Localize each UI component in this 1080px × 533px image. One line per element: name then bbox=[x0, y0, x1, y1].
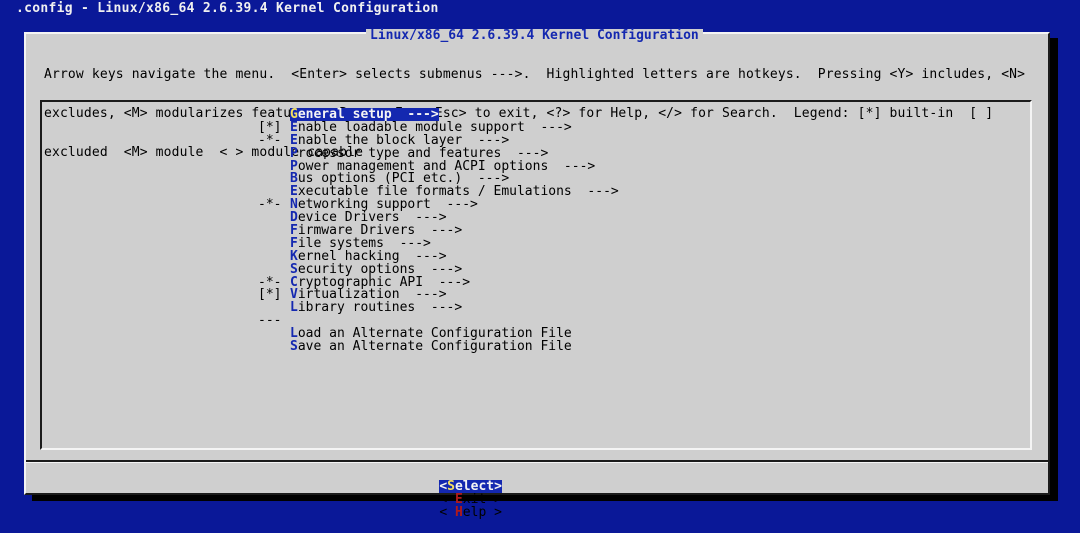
dialog-title: Linux/x86_64 2.6.39.4 Kernel Configurati… bbox=[366, 29, 703, 42]
help-button-open: < bbox=[439, 505, 455, 520]
menu-item-label: Library routines ---> bbox=[290, 301, 462, 314]
button-bar: <Select> < Exit > < Help > bbox=[408, 467, 530, 532]
help-button[interactable]: < Help > bbox=[439, 506, 502, 519]
instructions-line-1: Arrow keys navigate the menu. <Enter> se… bbox=[44, 67, 1026, 82]
menu-item-label: Save an Alternate Configuration File bbox=[290, 340, 572, 353]
footer-divider-highlight bbox=[26, 462, 1048, 463]
help-button-hotkey: H bbox=[454, 505, 463, 520]
window-title: .config - Linux/x86_64 2.6.39.4 Kernel C… bbox=[16, 1, 439, 16]
menu-item-state: [*] bbox=[258, 119, 282, 135]
kernel-config-dialog: Linux/x86_64 2.6.39.4 Kernel Configurati… bbox=[24, 29, 1050, 519]
menu-list: General setup ---> [*] Enable loadable mod… bbox=[258, 108, 619, 353]
help-button-label: elp bbox=[462, 505, 487, 520]
menu-item-state: [*] bbox=[258, 287, 282, 303]
menu-item[interactable]: Library routines ---> bbox=[258, 301, 619, 314]
menu-item-text: ibrary routines ---> bbox=[297, 300, 463, 316]
menu-item-hotkey: S bbox=[290, 339, 298, 355]
menu-box: General setup ---> [*] Enable loadable mod… bbox=[40, 100, 1032, 450]
menu-item-hotkey: L bbox=[290, 300, 298, 316]
menu-item-state: -*- bbox=[258, 197, 282, 213]
menu-item-state: -*- bbox=[258, 132, 282, 148]
menu-item[interactable]: Save an Alternate Configuration File bbox=[258, 340, 619, 353]
help-button-close: > bbox=[486, 505, 502, 520]
menu-item-text: ave an Alternate Configuration File bbox=[297, 339, 572, 355]
